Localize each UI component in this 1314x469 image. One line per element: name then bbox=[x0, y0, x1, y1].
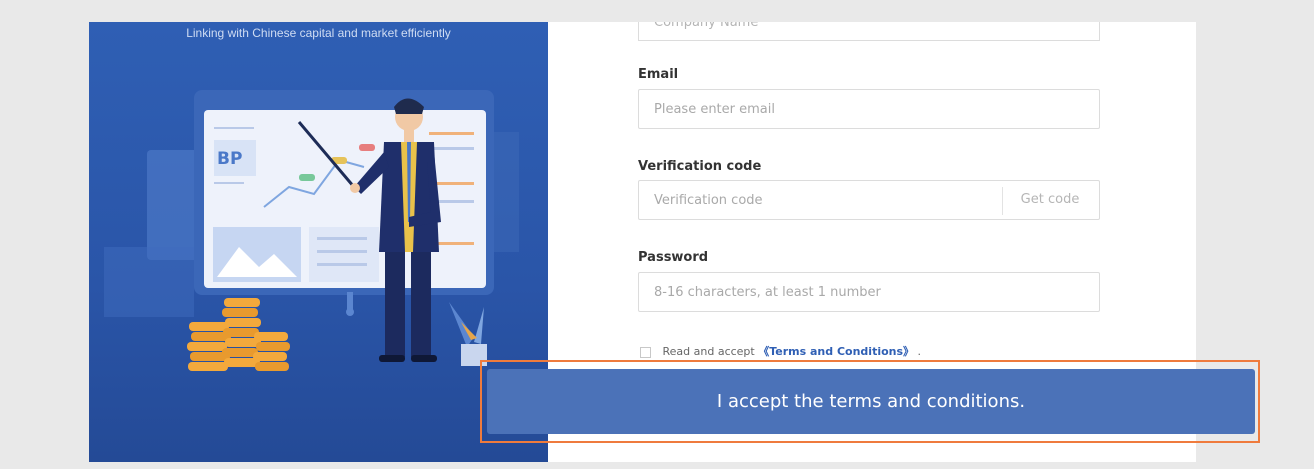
terms-checkbox[interactable] bbox=[640, 346, 651, 358]
get-code-button[interactable]: Get code bbox=[1001, 181, 1099, 219]
password-label: Password bbox=[638, 250, 709, 265]
coin-stacks bbox=[187, 298, 290, 371]
email-label: Email bbox=[638, 67, 679, 82]
verification-code-field-wrapper: Get code bbox=[638, 180, 1100, 220]
password-field-wrapper bbox=[638, 272, 1100, 312]
board-label: BP bbox=[217, 149, 242, 169]
email-field-wrapper bbox=[638, 89, 1100, 129]
email-field[interactable] bbox=[639, 90, 1099, 128]
accept-terms-button[interactable]: I accept the terms and conditions. bbox=[487, 369, 1255, 434]
terms-row: Read and accept 《Terms and Conditions》 . bbox=[640, 343, 921, 359]
verification-code-label: Verification code bbox=[638, 159, 762, 174]
terms-suffix: . bbox=[917, 345, 922, 358]
screenshot-frame: Linking with Chinese capital and market … bbox=[0, 0, 1314, 469]
terms-prefix: Read and accept bbox=[662, 345, 755, 358]
plant-decoration bbox=[449, 302, 487, 366]
terms-link[interactable]: 《Terms and Conditions》 bbox=[758, 345, 914, 358]
password-field[interactable] bbox=[639, 273, 1099, 311]
presentation-board: BP bbox=[194, 90, 494, 316]
company-name-placeholder: Company Name bbox=[654, 22, 759, 30]
verification-code-field[interactable] bbox=[639, 181, 999, 219]
company-name-field[interactable]: Company Name bbox=[638, 22, 1100, 41]
